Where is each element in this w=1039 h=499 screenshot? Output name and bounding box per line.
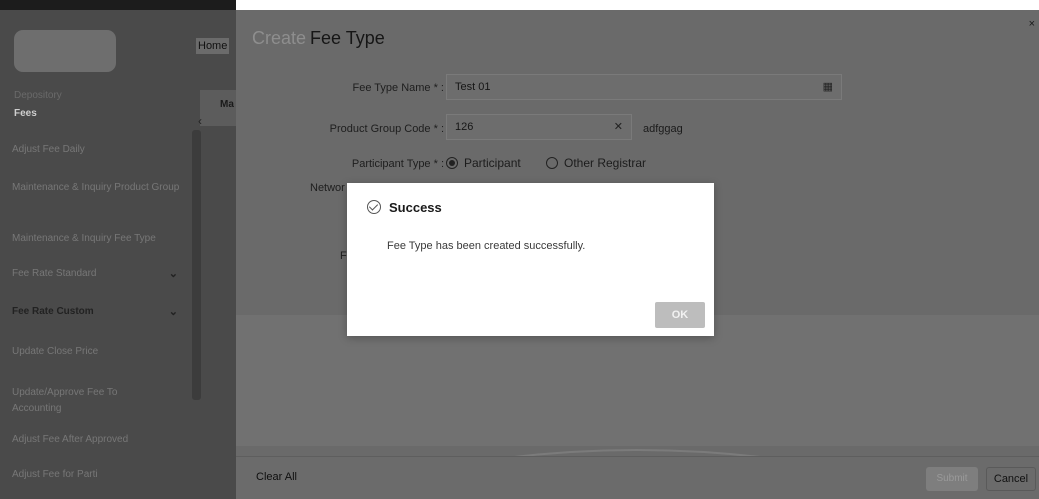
- title-text: Fee Type: [310, 28, 385, 48]
- check-circle-icon: [367, 200, 381, 214]
- radio-selected-icon: [446, 157, 458, 169]
- top-bar-dark: [0, 0, 236, 10]
- section-fees[interactable]: Fees: [14, 108, 37, 119]
- sidebar-item-label: Update Close Price: [12, 346, 99, 357]
- fee-type-name-input[interactable]: Test 01 ▦: [446, 74, 842, 100]
- clear-all-button[interactable]: Clear All: [256, 471, 297, 483]
- sidebar-item-label: Maintenance & Inquiry Fee Type: [12, 233, 156, 244]
- sidebar-item-label: Adjust Fee Daily: [12, 144, 85, 155]
- clear-x-icon[interactable]: ✕: [614, 120, 623, 133]
- chevron-down-icon: ⌄: [168, 306, 178, 318]
- fee-type-name-label: Fee Type Name * :: [352, 82, 444, 94]
- network-label-fragment: Networ: [310, 182, 345, 194]
- product-group-code-input[interactable]: 126 ✕: [446, 114, 632, 140]
- close-icon[interactable]: ×: [1029, 18, 1035, 30]
- top-bar: [0, 0, 1039, 10]
- sidebar: Home Ma ‹ Depository Fees Adjust Fee Dai…: [0, 10, 236, 499]
- fee-type-name-value: Test 01: [455, 81, 491, 93]
- ok-button[interactable]: OK: [655, 302, 705, 328]
- title-prefix: Create: [252, 28, 307, 48]
- sidebar-item-update-close-price[interactable]: Update Close Price: [12, 344, 192, 360]
- product-group-name: adfggag: [643, 123, 683, 135]
- sidebar-scrollbar[interactable]: [192, 130, 201, 400]
- participant-type-label: Participant Type * :: [351, 158, 444, 170]
- tab-fragment[interactable]: Ma: [200, 90, 236, 126]
- section-depository[interactable]: Depository: [14, 90, 62, 101]
- page-title: Create Fee Type: [252, 28, 385, 49]
- sidebar-item-label: Maintenance & Inquiry Product Group: [12, 182, 180, 193]
- logo: [14, 30, 116, 72]
- submit-button[interactable]: Submit: [926, 467, 978, 491]
- cancel-button[interactable]: Cancel: [986, 467, 1036, 491]
- radio-other-registrar[interactable]: Other Registrar: [546, 156, 646, 170]
- sidebar-item-fee-rate-custom[interactable]: Fee Rate Custom ⌄: [12, 304, 192, 320]
- radio-unselected-icon: [546, 157, 558, 169]
- success-dialog: Success Fee Type has been created succes…: [347, 183, 714, 336]
- sidebar-item-product-group[interactable]: Maintenance & Inquiry Product Group: [12, 180, 192, 196]
- radio-label: Other Registrar: [564, 156, 647, 170]
- sidebar-item-fee-rate-standard[interactable]: Fee Rate Standard ⌄: [12, 266, 192, 282]
- form-action-bar: Clear All Submit Cancel: [236, 456, 1039, 499]
- collapse-chevron-icon[interactable]: ‹: [198, 114, 202, 128]
- tab-home[interactable]: Home: [196, 38, 230, 54]
- radio-label: Participant: [464, 156, 521, 170]
- dialog-title: Success: [389, 200, 442, 215]
- sidebar-item-approve-fee[interactable]: Update/Approve Fee To Accounting: [12, 385, 162, 417]
- tab-fragment-label: Ma: [220, 99, 234, 110]
- dialog-message: Fee Type has been created successfully.: [387, 240, 586, 252]
- sidebar-item-label: Fee Rate Standard: [12, 268, 97, 279]
- sidebar-item-fee-type[interactable]: Maintenance & Inquiry Fee Type: [12, 231, 192, 247]
- sidebar-item-adjust-fee-daily[interactable]: Adjust Fee Daily: [12, 142, 192, 158]
- chevron-down-icon: ⌄: [168, 268, 178, 280]
- sidebar-item-adjust-for-parti[interactable]: Adjust Fee for Parti: [12, 467, 192, 483]
- radio-participant[interactable]: Participant: [446, 156, 521, 170]
- sidebar-item-label: Adjust Fee for Parti: [12, 469, 98, 480]
- sidebar-item-label: Adjust Fee After Approved: [12, 434, 129, 445]
- product-group-code-value: 126: [455, 121, 474, 133]
- product-group-code-label: Product Group Code * :: [329, 123, 444, 135]
- sidebar-item-adjust-after-approved[interactable]: Adjust Fee After Approved: [12, 432, 192, 448]
- sidebar-item-label: Fee Rate Custom: [12, 306, 94, 317]
- sidebar-item-label: Update/Approve Fee To Accounting: [12, 387, 118, 414]
- dialog-header: Success: [367, 200, 442, 215]
- table-icon[interactable]: ▦: [823, 80, 833, 93]
